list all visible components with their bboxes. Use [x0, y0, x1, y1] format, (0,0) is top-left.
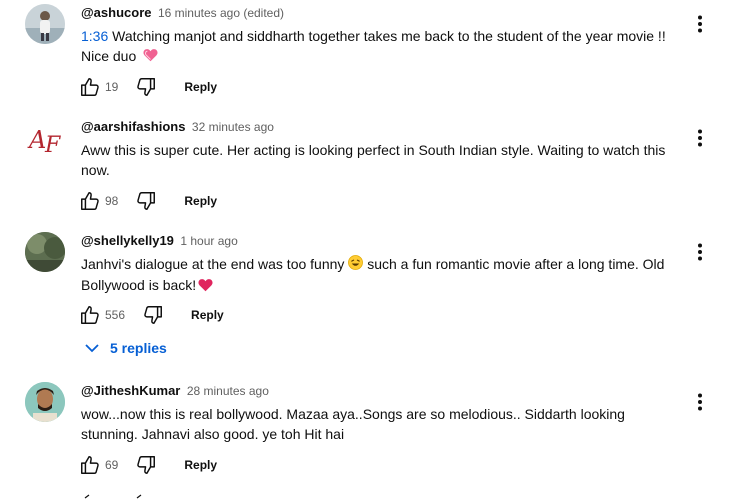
dislike-button[interactable] [134, 453, 158, 477]
comment-text-line2: Nice duo [81, 48, 137, 64]
comment-body: @JitheshKumar 28 minutes ago wow...now t… [81, 382, 681, 444]
more-vert-icon [698, 15, 702, 33]
comment-text: wow...now this is real bollywood. Mazaa … [81, 404, 676, 444]
dislike-button[interactable] [134, 75, 158, 99]
comment-menu-button[interactable] [688, 12, 712, 36]
comment-body: @ashucore 16 minutes ago (edited) 1:36 W… [81, 4, 681, 67]
comment-text: 1:36 Watching manjot and siddharth toget… [81, 26, 676, 67]
dislike-button[interactable] [134, 189, 158, 213]
comment-actions: 69 Reply [78, 453, 217, 477]
like-button[interactable] [78, 453, 102, 477]
comment-menu-button[interactable] [688, 126, 712, 150]
thumbs-up-icon [81, 456, 99, 474]
avatar[interactable] [25, 4, 65, 44]
avatar[interactable] [25, 232, 65, 272]
replies-count-label: 5 replies [110, 340, 167, 356]
thumbs-up-icon [81, 306, 99, 324]
sparkling-heart-icon [143, 47, 158, 67]
thumbs-down-icon [137, 456, 156, 474]
comment-text-line1: wow...now this is real bollywood. Mazaa … [81, 406, 625, 422]
thumbs-up-icon [81, 78, 99, 96]
comment-body: @shellykelly19 1 hour ago Janhvi's dialo… [81, 232, 681, 297]
svg-text:A: A [27, 126, 46, 154]
comment-time[interactable]: 1 hour ago [180, 234, 237, 248]
comment-header: @JitheshKumar 28 minutes ago [81, 382, 681, 400]
comment-text-line1: Aww this is super cute. Her acting is lo… [81, 142, 666, 158]
like-count: 19 [105, 80, 119, 94]
comment-text: Aww this is super cute. Her acting is lo… [81, 140, 676, 180]
red-heart-icon [198, 277, 213, 297]
author-name[interactable]: @shellykelly19 [81, 233, 174, 248]
comment-header: @ashucore 16 minutes ago (edited) [81, 4, 681, 22]
reply-button[interactable]: Reply [184, 80, 217, 94]
timestamp-link[interactable]: 1:36 [81, 28, 108, 44]
more-vert-icon [698, 393, 702, 411]
comment-text-line1a: Janhvi's dialogue at the end was too fun… [81, 256, 349, 272]
dislike-button[interactable] [141, 303, 165, 327]
avatar[interactable]: A F [25, 118, 65, 158]
like-button[interactable] [78, 303, 102, 327]
reply-button[interactable]: Reply [184, 458, 217, 472]
comment-header: @shellykelly19 1 hour ago [81, 232, 681, 250]
thumbs-down-icon [137, 78, 156, 96]
thumbs-up-icon [81, 192, 99, 210]
comment-text-line1b: such a fun romantic movie after a long t… [363, 256, 665, 272]
thumbs-down-icon [137, 192, 156, 210]
chevron-down-icon [85, 344, 99, 353]
like-count: 98 [105, 194, 119, 208]
comment-actions: 98 Reply [78, 189, 217, 213]
comment-text-line2: Bollywood is back! [81, 277, 197, 294]
like-count: 69 [105, 458, 119, 472]
thumbs-down-icon [144, 306, 163, 324]
comment-text: Janhvi's dialogue at the end was too fun… [81, 254, 676, 297]
like-button[interactable] [78, 189, 102, 213]
comment-menu-button[interactable] [688, 240, 712, 264]
like-button[interactable] [78, 75, 102, 99]
laughing-face-icon [348, 255, 364, 275]
reply-button[interactable]: Reply [191, 308, 224, 322]
svg-text:F: F [44, 133, 61, 158]
comment-time[interactable]: 28 minutes ago [187, 384, 269, 398]
avatar[interactable] [25, 382, 65, 422]
next-comment-fragment [81, 486, 161, 499]
comment-time[interactable]: 16 minutes ago (edited) [158, 6, 284, 20]
comment-actions: 556 Reply [78, 303, 224, 327]
like-count: 556 [105, 308, 126, 322]
view-replies-button[interactable]: 5 replies [84, 337, 167, 359]
comment-text-line2: now. [81, 162, 110, 178]
comment-time[interactable]: 32 minutes ago [192, 120, 274, 134]
more-vert-icon [698, 129, 702, 147]
comment-menu-button[interactable] [688, 390, 712, 414]
author-name[interactable]: @ashucore [81, 5, 151, 20]
comment-body: @aarshifashions 32 minutes ago Aww this … [81, 118, 681, 180]
comment-header: @aarshifashions 32 minutes ago [81, 118, 681, 136]
comment-text-line2: stunning. Jahnavi also good. ye toh Hit … [81, 426, 345, 442]
reply-button[interactable]: Reply [184, 194, 217, 208]
author-name[interactable]: @aarshifashions [81, 119, 185, 134]
more-vert-icon [698, 243, 702, 261]
author-name[interactable]: @JitheshKumar [81, 383, 180, 398]
comment-actions: 19 Reply [78, 75, 217, 99]
comment-text-line1: Watching manjot and siddharth together t… [108, 28, 666, 44]
